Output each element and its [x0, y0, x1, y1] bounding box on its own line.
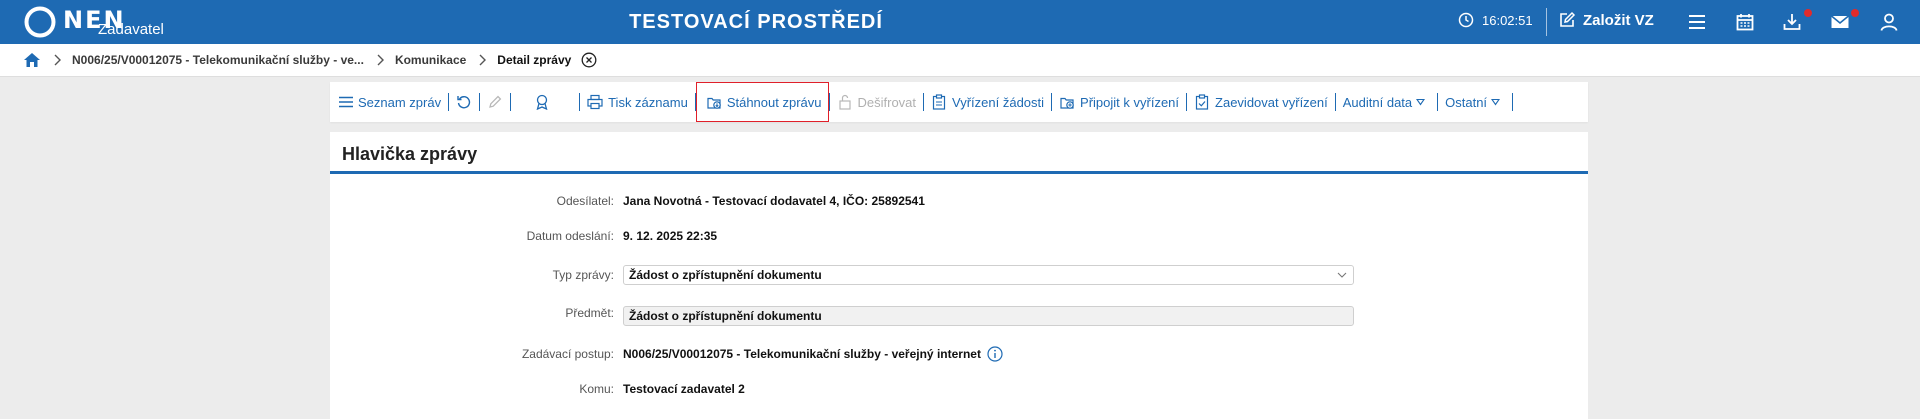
breadcrumb-procedure-link[interactable]: N006/25/V00012075 - Telekomunikační služ…: [72, 53, 364, 67]
message-list-label: Seznam zpráv: [358, 94, 442, 110]
triangle-down-icon: [1416, 98, 1426, 106]
handle-request-label: Vyřízení žádosti: [952, 94, 1045, 110]
clipboard-check-icon: [1195, 94, 1209, 110]
subject-row: Předmět: Žádost o zpřístupnění dokumentu: [330, 306, 1588, 326]
subject-label: Předmět:: [565, 306, 614, 320]
chevron-down-icon: [1337, 272, 1347, 278]
date-row: Datum odeslání: 9. 12. 2025 22:35: [330, 229, 1588, 243]
message-toolbar: Seznam zpráv Tisk záznamu Stáhnout zpráv…: [330, 82, 1588, 122]
audit-data-label: Auditní data: [1342, 94, 1413, 110]
create-contract-button[interactable]: Založit VZ: [1558, 11, 1654, 29]
download-zip-icon: [707, 97, 721, 109]
refresh-button[interactable]: [456, 82, 477, 122]
subject-field[interactable]: Žádost o zpřístupnění dokumentu: [623, 306, 1354, 326]
type-label: Typ zprávy:: [552, 268, 614, 282]
handle-request-button[interactable]: Vyřízení žádosti: [931, 82, 1044, 122]
user-icon[interactable]: [1879, 12, 1899, 32]
sender-value: Jana Novotná - Testovací dodavatel 4, IČ…: [623, 194, 925, 208]
message-type-select[interactable]: Žádost o zpřístupnění dokumentu: [623, 265, 1354, 285]
recipient-row: Komu: Testovací zadavatel 2: [330, 382, 1588, 396]
printer-icon: [587, 94, 603, 110]
print-record-button[interactable]: Tisk záznamu: [587, 82, 688, 122]
close-tab-icon[interactable]: [581, 52, 597, 68]
procedure-label: Zadávací postup:: [521, 347, 614, 361]
toolbar-divider: [1437, 93, 1439, 111]
clock-icon: [1458, 12, 1474, 28]
date-label: Datum odeslání:: [526, 229, 614, 243]
toolbar-divider: [1512, 93, 1514, 111]
toolbar-divider: [1334, 93, 1336, 111]
list-icon: [339, 96, 353, 108]
toolbar-divider: [448, 93, 450, 111]
edit-icon: [1560, 11, 1576, 27]
attach-icon: [1060, 97, 1074, 109]
unlock-icon: [838, 94, 851, 110]
triangle-down-icon: [1491, 98, 1501, 106]
toolbar-divider: [579, 93, 581, 111]
edit-button[interactable]: [487, 82, 508, 122]
sender-label: Odesílatel:: [556, 194, 614, 208]
other-dropdown[interactable]: Ostatní: [1445, 82, 1505, 122]
environment-title: TESTOVACÍ PROSTŘEDÍ: [629, 11, 883, 33]
toolbar-divider: [828, 93, 830, 111]
breadcrumb-current: Detail zprávy: [497, 53, 572, 67]
message-type-value: Žádost o zpřístupnění dokumentu: [629, 268, 822, 282]
chevron-right-icon: [54, 54, 61, 66]
procedure-row: Zadávací postup: N006/25/V00012075 - Tel…: [330, 346, 1588, 362]
download-notification-dot: [1804, 9, 1812, 17]
clock-time: 16:02:51: [1482, 12, 1533, 28]
toolbar-divider: [479, 93, 481, 111]
register-handling-label: Zaevidovat vyřízení: [1215, 94, 1328, 110]
print-record-label: Tisk záznamu: [608, 94, 688, 110]
certificate-button[interactable]: [534, 82, 555, 122]
subject-value: Žádost o zpřístupnění dokumentu: [629, 309, 822, 323]
date-value: 9. 12. 2025 22:35: [623, 229, 718, 243]
menu-icon[interactable]: [1687, 12, 1707, 32]
attach-to-handling-button[interactable]: Připojit k vyřízení: [1059, 82, 1179, 122]
procedure-value: N006/25/V00012075 - Telekomunikační služ…: [623, 347, 981, 361]
award-icon: [536, 94, 548, 110]
breadcrumb-communication-link[interactable]: Komunikace: [395, 53, 466, 67]
panel-title: Hlavička zprávy: [330, 132, 1588, 174]
sender-row: Odesílatel: Jana Novotná - Testovací dod…: [330, 194, 1588, 208]
toolbar-divider: [1051, 93, 1053, 111]
other-label: Ostatní: [1445, 94, 1488, 110]
chevron-right-icon: [377, 54, 384, 66]
attach-to-handling-label: Připojit k vyřízení: [1080, 94, 1180, 110]
refresh-icon: [457, 96, 471, 109]
home-icon[interactable]: [23, 52, 41, 68]
session-clock: 16:02:51: [1458, 12, 1533, 28]
clipboard-icon: [932, 94, 946, 110]
recipient-value: Testovací zadavatel 2: [623, 382, 745, 396]
toolbar-divider: [1186, 93, 1188, 111]
audit-data-dropdown[interactable]: Auditní data: [1343, 82, 1430, 122]
type-row: Typ zprávy: Žádost o zpřístupnění dokume…: [330, 265, 1588, 285]
toolbar-divider: [510, 93, 512, 111]
toolbar-divider: [923, 93, 925, 111]
decrypt-button[interactable]: Dešifrovat: [837, 82, 917, 122]
breadcrumb: N006/25/V00012075 - Telekomunikační služ…: [0, 44, 1920, 77]
decrypt-label: Dešifrovat: [857, 94, 917, 110]
mail-icon[interactable]: [1830, 12, 1850, 32]
info-icon[interactable]: [987, 346, 1003, 362]
calendar-icon[interactable]: [1735, 12, 1755, 32]
message-list-button[interactable]: Seznam zpráv: [339, 82, 441, 122]
pencil-icon: [489, 95, 502, 108]
mail-notification-dot: [1851, 9, 1859, 17]
create-contract-label: Založit VZ: [1583, 11, 1654, 29]
download-message-button[interactable]: Stáhnout zprávu: [695, 82, 829, 122]
chevron-right-icon: [479, 54, 487, 66]
download-icon[interactable]: [1782, 12, 1802, 32]
message-header-panel: Hlavička zprávy Odesílatel: Jana Novotná…: [330, 132, 1588, 419]
download-message-label: Stáhnout zprávu: [726, 94, 822, 110]
recipient-label: Komu:: [579, 382, 614, 396]
register-handling-button[interactable]: Zaevidovat vyřízení: [1194, 82, 1328, 122]
topbar-divider: [1546, 8, 1547, 36]
top-bar: NEN Zadavatel TESTOVACÍ PROSTŘEDÍ 16:02:…: [0, 0, 1920, 44]
